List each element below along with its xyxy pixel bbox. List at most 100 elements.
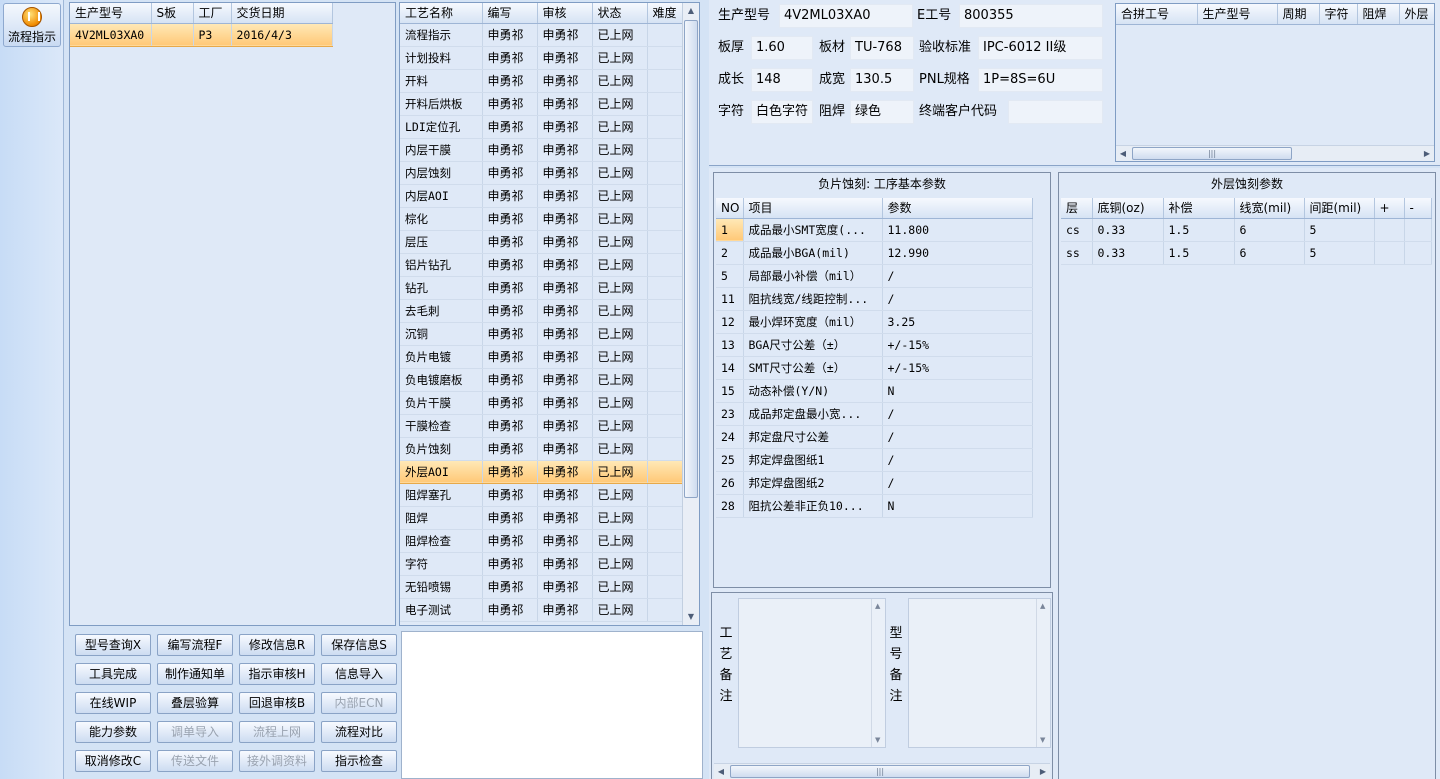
customer-code-field[interactable] <box>1008 100 1103 124</box>
scroll-down-icon[interactable]: ▼ <box>1040 736 1045 744</box>
params-grid-row[interactable]: 28 阻抗公差非正负10... N <box>716 494 1033 518</box>
process-grid-row[interactable]: 钻孔 申勇祁 申勇祁 已上网 <box>400 276 683 300</box>
outer-grid-header-0[interactable]: 层 <box>1061 198 1093 219</box>
action-button-4[interactable]: 工具完成 <box>75 663 151 685</box>
action-button-5[interactable]: 制作通知单 <box>157 663 233 685</box>
action-button-19[interactable]: 指示检查 <box>321 750 397 772</box>
outer-grid-header-3[interactable]: 线宽(mil) <box>1234 198 1305 219</box>
outer-grid-header-5[interactable]: + <box>1374 198 1405 219</box>
combined-grid-hscroll[interactable]: ◀ ||| ▶ <box>1116 145 1434 161</box>
scrollbar-thumb[interactable] <box>684 20 698 498</box>
action-button-10[interactable]: 回退审核B <box>239 692 315 714</box>
action-button-11[interactable]: 内部ECN <box>321 692 397 714</box>
action-button-7[interactable]: 信息导入 <box>321 663 397 685</box>
process-grid-row[interactable]: 棕化 申勇祁 申勇祁 已上网 <box>400 207 683 231</box>
solder-mask-field[interactable]: 绿色 <box>850 100 914 124</box>
combined-grid-header-3[interactable]: 字符 <box>1319 4 1358 25</box>
params-grid-header-1[interactable]: 项目 <box>743 198 883 219</box>
params-grid-row[interactable]: 14 SMT尺寸公差（±） +/-15% <box>716 356 1033 380</box>
action-button-13[interactable]: 调单导入 <box>157 721 233 743</box>
process-grid-scrollbar[interactable]: ▲ ▼ <box>682 3 699 625</box>
process-grid-row[interactable]: 铝片钻孔 申勇祁 申勇祁 已上网 <box>400 253 683 277</box>
model-grid-header-3[interactable]: 交货日期 <box>231 3 333 24</box>
combined-grid-header-0[interactable]: 合拼工号 <box>1116 4 1198 25</box>
action-button-6[interactable]: 指示审核H <box>239 663 315 685</box>
params-grid-row[interactable]: 15 动态补偿(Y/N) N <box>716 379 1033 403</box>
params-grid-row[interactable]: 23 成品邦定盘最小宽... / <box>716 402 1033 426</box>
action-button-17[interactable]: 传送文件 <box>157 750 233 772</box>
action-button-18[interactable]: 接外调资料 <box>239 750 315 772</box>
process-grid-header-1[interactable]: 编写 <box>482 3 538 24</box>
action-button-9[interactable]: 叠层验算 <box>157 692 233 714</box>
standard-field[interactable]: IPC-6012 II级 <box>978 36 1103 60</box>
action-button-3[interactable]: 保存信息S <box>321 634 397 656</box>
process-grid-row[interactable]: 去毛刺 申勇祁 申勇祁 已上网 <box>400 299 683 323</box>
action-button-8[interactable]: 在线WIP <box>75 692 151 714</box>
material-field[interactable]: TU-768 <box>850 36 914 60</box>
outer-grid-header-4[interactable]: 间距(mil) <box>1304 198 1375 219</box>
process-grid-header-2[interactable]: 审核 <box>537 3 593 24</box>
params-grid-header-2[interactable]: 参数 <box>882 198 1033 219</box>
params-grid-row[interactable]: 12 最小焊环宽度（mil） 3.25 <box>716 310 1033 334</box>
outer-grid-header-1[interactable]: 底铜(oz) <box>1092 198 1164 219</box>
process-grid-row[interactable]: 干膜检查 申勇祁 申勇祁 已上网 <box>400 414 683 438</box>
combined-grid-header-1[interactable]: 生产型号 <box>1197 4 1278 25</box>
process-grid-row[interactable]: 层压 申勇祁 申勇祁 已上网 <box>400 230 683 254</box>
scroll-down-icon[interactable]: ▼ <box>875 736 880 744</box>
process-grid-row[interactable]: 开料 申勇祁 申勇祁 已上网 <box>400 69 683 93</box>
process-grid-row[interactable]: 负片蚀刻 申勇祁 申勇祁 已上网 <box>400 437 683 461</box>
params-grid-row[interactable]: 24 邦定盘尺寸公差 / <box>716 425 1033 449</box>
scroll-right-icon[interactable]: ▶ <box>1036 764 1050 779</box>
model-notes-textarea[interactable]: ▲ ▼ <box>908 598 1051 748</box>
thickness-field[interactable]: 1.60 <box>751 36 813 60</box>
process-grid-row[interactable]: 沉铜 申勇祁 申勇祁 已上网 <box>400 322 683 346</box>
process-grid-row[interactable]: 无铅喷锡 申勇祁 申勇祁 已上网 <box>400 575 683 599</box>
notes-hscroll[interactable]: ◀ ||| ▶ <box>714 763 1050 779</box>
action-button-1[interactable]: 编写流程F <box>157 634 233 656</box>
process-grid-row[interactable]: 阻焊 申勇祁 申勇祁 已上网 <box>400 506 683 530</box>
process-grid-row[interactable]: 外层AOI 申勇祁 申勇祁 已上网 <box>400 460 683 484</box>
length-field[interactable]: 148 <box>751 68 813 92</box>
outer-grid-row[interactable]: cs 0.33 1.5 6 5 <box>1061 218 1432 242</box>
scroll-left-icon[interactable]: ◀ <box>714 764 728 779</box>
process-notes-textarea[interactable]: ▲ ▼ <box>738 598 886 748</box>
action-button-15[interactable]: 流程对比 <box>321 721 397 743</box>
process-grid-row[interactable]: 电子测试 申勇祁 申勇祁 已上网 <box>400 598 683 622</box>
params-grid-row[interactable]: 2 成品最小BGA(mil) 12.990 <box>716 241 1033 265</box>
scroll-right-icon[interactable]: ▶ <box>1420 146 1434 161</box>
process-grid-row[interactable]: 负电镀磨板 申勇祁 申勇祁 已上网 <box>400 368 683 392</box>
scroll-up-icon[interactable]: ▲ <box>875 602 880 610</box>
process-grid-header-3[interactable]: 状态 <box>592 3 648 24</box>
scroll-down-icon[interactable]: ▼ <box>683 609 699 625</box>
process-grid-row[interactable]: 计划投料 申勇祁 申勇祁 已上网 <box>400 46 683 70</box>
action-button-2[interactable]: 修改信息R <box>239 634 315 656</box>
width-field[interactable]: 130.5 <box>850 68 914 92</box>
process-grid-row[interactable]: 内层蚀刻 申勇祁 申勇祁 已上网 <box>400 161 683 185</box>
e-number-field[interactable]: 800355 <box>959 4 1103 28</box>
pnl-field[interactable]: 1P=8S=6U <box>978 68 1103 92</box>
action-button-0[interactable]: 型号查询X <box>75 634 151 656</box>
flow-indicator-button[interactable]: 流程指示 <box>3 3 61 47</box>
scroll-left-icon[interactable]: ◀ <box>1116 146 1130 161</box>
process-grid-header-0[interactable]: 工艺名称 <box>400 3 483 24</box>
hscroll-thumb[interactable]: ||| <box>730 765 1030 778</box>
model-grid-header-0[interactable]: 生产型号 <box>70 3 152 24</box>
model-grid-row[interactable]: 4V2ML03XA0 P3 2016/4/3 <box>70 23 333 47</box>
scroll-up-icon[interactable]: ▲ <box>683 3 699 19</box>
hscroll-thumb[interactable]: ||| <box>1132 147 1292 160</box>
model-grid-header-1[interactable]: S板 <box>151 3 194 24</box>
params-grid-row[interactable]: 26 邦定焊盘图纸2/ <box>716 471 1033 495</box>
process-grid-row[interactable]: 内层AOI 申勇祁 申勇祁 已上网 <box>400 184 683 208</box>
process-grid-row[interactable]: 流程指示 申勇祁 申勇祁 已上网 <box>400 23 683 47</box>
process-grid-row[interactable]: 负片干膜 申勇祁 申勇祁 已上网 <box>400 391 683 415</box>
params-grid-row[interactable]: 1 成品最小SMT宽度(... 11.800 <box>716 218 1033 242</box>
model-grid-header-2[interactable]: 工厂 <box>193 3 232 24</box>
process-grid-row[interactable]: LDI定位孔 申勇祁 申勇祁 已上网 <box>400 115 683 139</box>
process-grid-row[interactable]: 负片电镀 申勇祁 申勇祁 已上网 <box>400 345 683 369</box>
character-field[interactable]: 白色字符 <box>751 100 813 124</box>
params-grid-row[interactable]: 13 BGA尺寸公差（±） +/-15% <box>716 333 1033 357</box>
model-field[interactable]: 4V2ML03XA0 <box>779 4 913 28</box>
params-grid-header-0[interactable]: NO <box>716 198 744 219</box>
action-button-16[interactable]: 取消修改C <box>75 750 151 772</box>
process-grid-row[interactable]: 阻焊检查 申勇祁 申勇祁 已上网 <box>400 529 683 553</box>
